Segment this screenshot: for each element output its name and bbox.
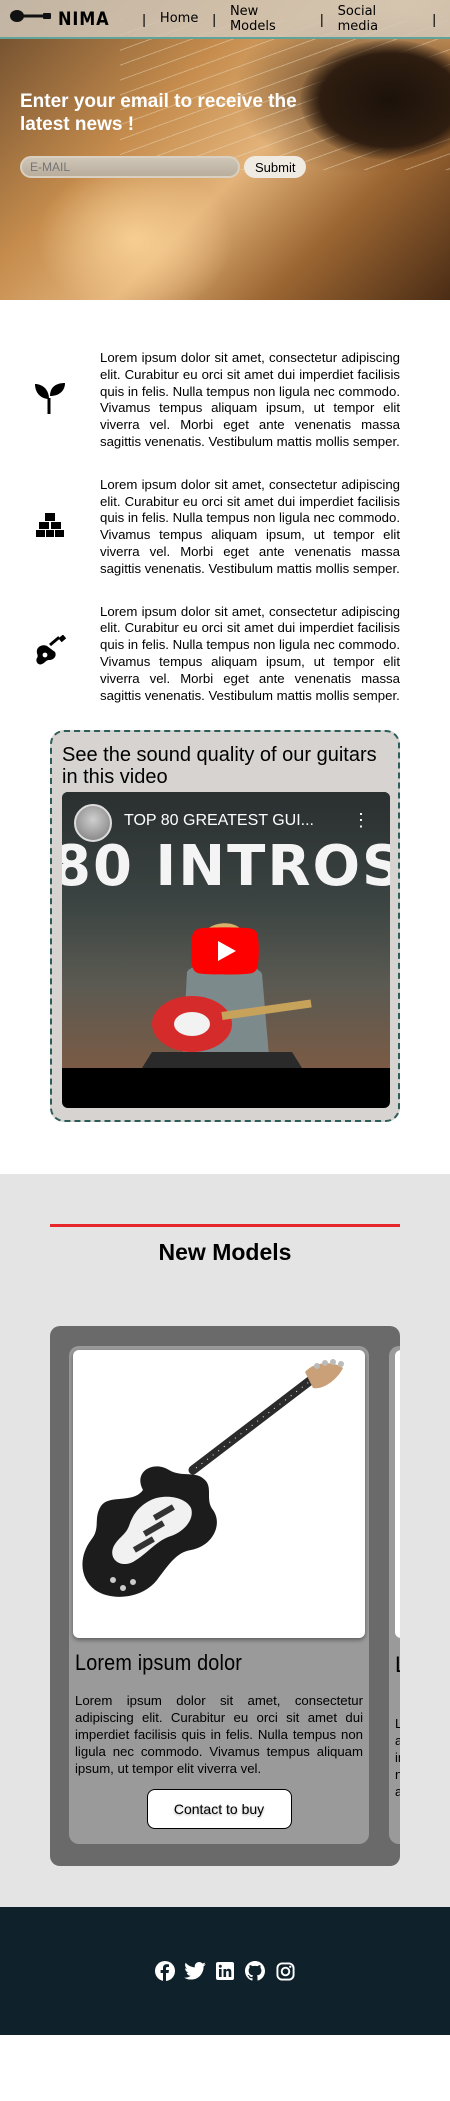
feature-text: Lorem ipsum dolor sit amet, consectetur … xyxy=(100,476,400,576)
new-models-section: New Models Lorem ipsum dolor Lorem ipsum… xyxy=(0,1174,450,1908)
product-description: Lorem ipsum dolor sit amet, consectetur … xyxy=(75,1693,363,1777)
hero-title: Enter your email to receive the latest n… xyxy=(20,91,297,135)
email-input[interactable] xyxy=(20,156,240,178)
more-options-icon[interactable]: ⋮ xyxy=(352,810,370,831)
product-title: L xyxy=(395,1652,400,1678)
nav-separator: | xyxy=(212,10,216,27)
product-image xyxy=(73,1350,365,1639)
product-title: Lorem ipsum dolor xyxy=(75,1650,243,1676)
cubes-icon xyxy=(36,512,64,543)
twitter-icon[interactable] xyxy=(184,1960,206,1982)
social-links xyxy=(154,1960,296,1982)
feature-text: Lorem ipsum dolor sit amet, consectetur … xyxy=(100,350,400,449)
logo[interactable]: NIMA xyxy=(10,8,128,30)
nav-separator: | xyxy=(142,10,146,27)
guitar-logo-icon xyxy=(10,8,52,29)
product-description-fragment: a xyxy=(395,1733,400,1749)
product-description-fragment: a xyxy=(395,1784,400,1800)
feature-text: Lorem ipsum dolor sit amet, consectetur … xyxy=(100,603,400,703)
product-description-fragment: n xyxy=(395,1767,400,1783)
video-title[interactable]: TOP 80 GREATEST GUI... xyxy=(124,812,314,830)
models-carousel[interactable]: Lorem ipsum dolor Lorem ipsum dolor sit … xyxy=(50,1326,400,1867)
section-title: New Models xyxy=(158,1239,292,1266)
feature-item: Lorem ipsum dolor sit amet, consectetur … xyxy=(0,477,450,578)
instagram-icon[interactable] xyxy=(274,1960,296,1982)
nav-social-media-link[interactable]: Social media xyxy=(338,4,419,34)
linkedin-icon[interactable] xyxy=(214,1960,236,1982)
contact-to-buy-button[interactable]: Contact to buy xyxy=(146,1789,292,1830)
video-heading: See the sound quality of our guitars in … xyxy=(62,744,377,789)
video-player[interactable]: 80 INTROS TOP 80 GREATEST GUI... ⋮ xyxy=(62,792,390,1109)
footer xyxy=(0,1907,450,2036)
nav-new-models-link[interactable]: New Models xyxy=(230,4,306,34)
section-divider xyxy=(50,1224,400,1228)
play-button-icon[interactable] xyxy=(191,927,259,975)
thumbnail-text: 80 INTROS xyxy=(62,834,390,900)
feature-item: Lorem ipsum dolor sit amet, consectetur … xyxy=(0,350,450,451)
product-description-fragment: in xyxy=(395,1750,400,1766)
product-image xyxy=(395,1350,400,1639)
product-description-fragment: L xyxy=(395,1716,400,1732)
facebook-icon[interactable] xyxy=(154,1960,176,1982)
newsletter-form: Submit xyxy=(20,156,307,178)
feature-item: Lorem ipsum dolor sit amet, consectetur … xyxy=(0,604,450,705)
logo-text: NIMA xyxy=(58,7,110,30)
hero-banner: Enter your email to receive the latest n… xyxy=(0,0,450,300)
nav-home-link[interactable]: Home xyxy=(160,11,198,26)
top-navbar: NIMA | Home | New Models | Social media … xyxy=(0,0,450,39)
nav-separator: | xyxy=(319,10,324,27)
submit-button[interactable]: Submit xyxy=(244,156,307,178)
guitar-icon xyxy=(34,634,67,672)
seedling-icon xyxy=(34,381,66,420)
electric-guitar-illustration xyxy=(82,1359,344,1598)
next-model-card-peek[interactable]: L L a in n a xyxy=(389,1346,400,1845)
model-card: Lorem ipsum dolor Lorem ipsum dolor sit … xyxy=(69,1346,369,1845)
video-card: See the sound quality of our guitars in … xyxy=(50,730,400,1123)
github-icon[interactable] xyxy=(244,1960,266,1982)
main-nav: | Home | New Models | Social media | xyxy=(128,4,450,34)
features-section: Lorem ipsum dolor sit amet, consectetur … xyxy=(0,300,450,704)
nav-separator: | xyxy=(432,10,436,27)
